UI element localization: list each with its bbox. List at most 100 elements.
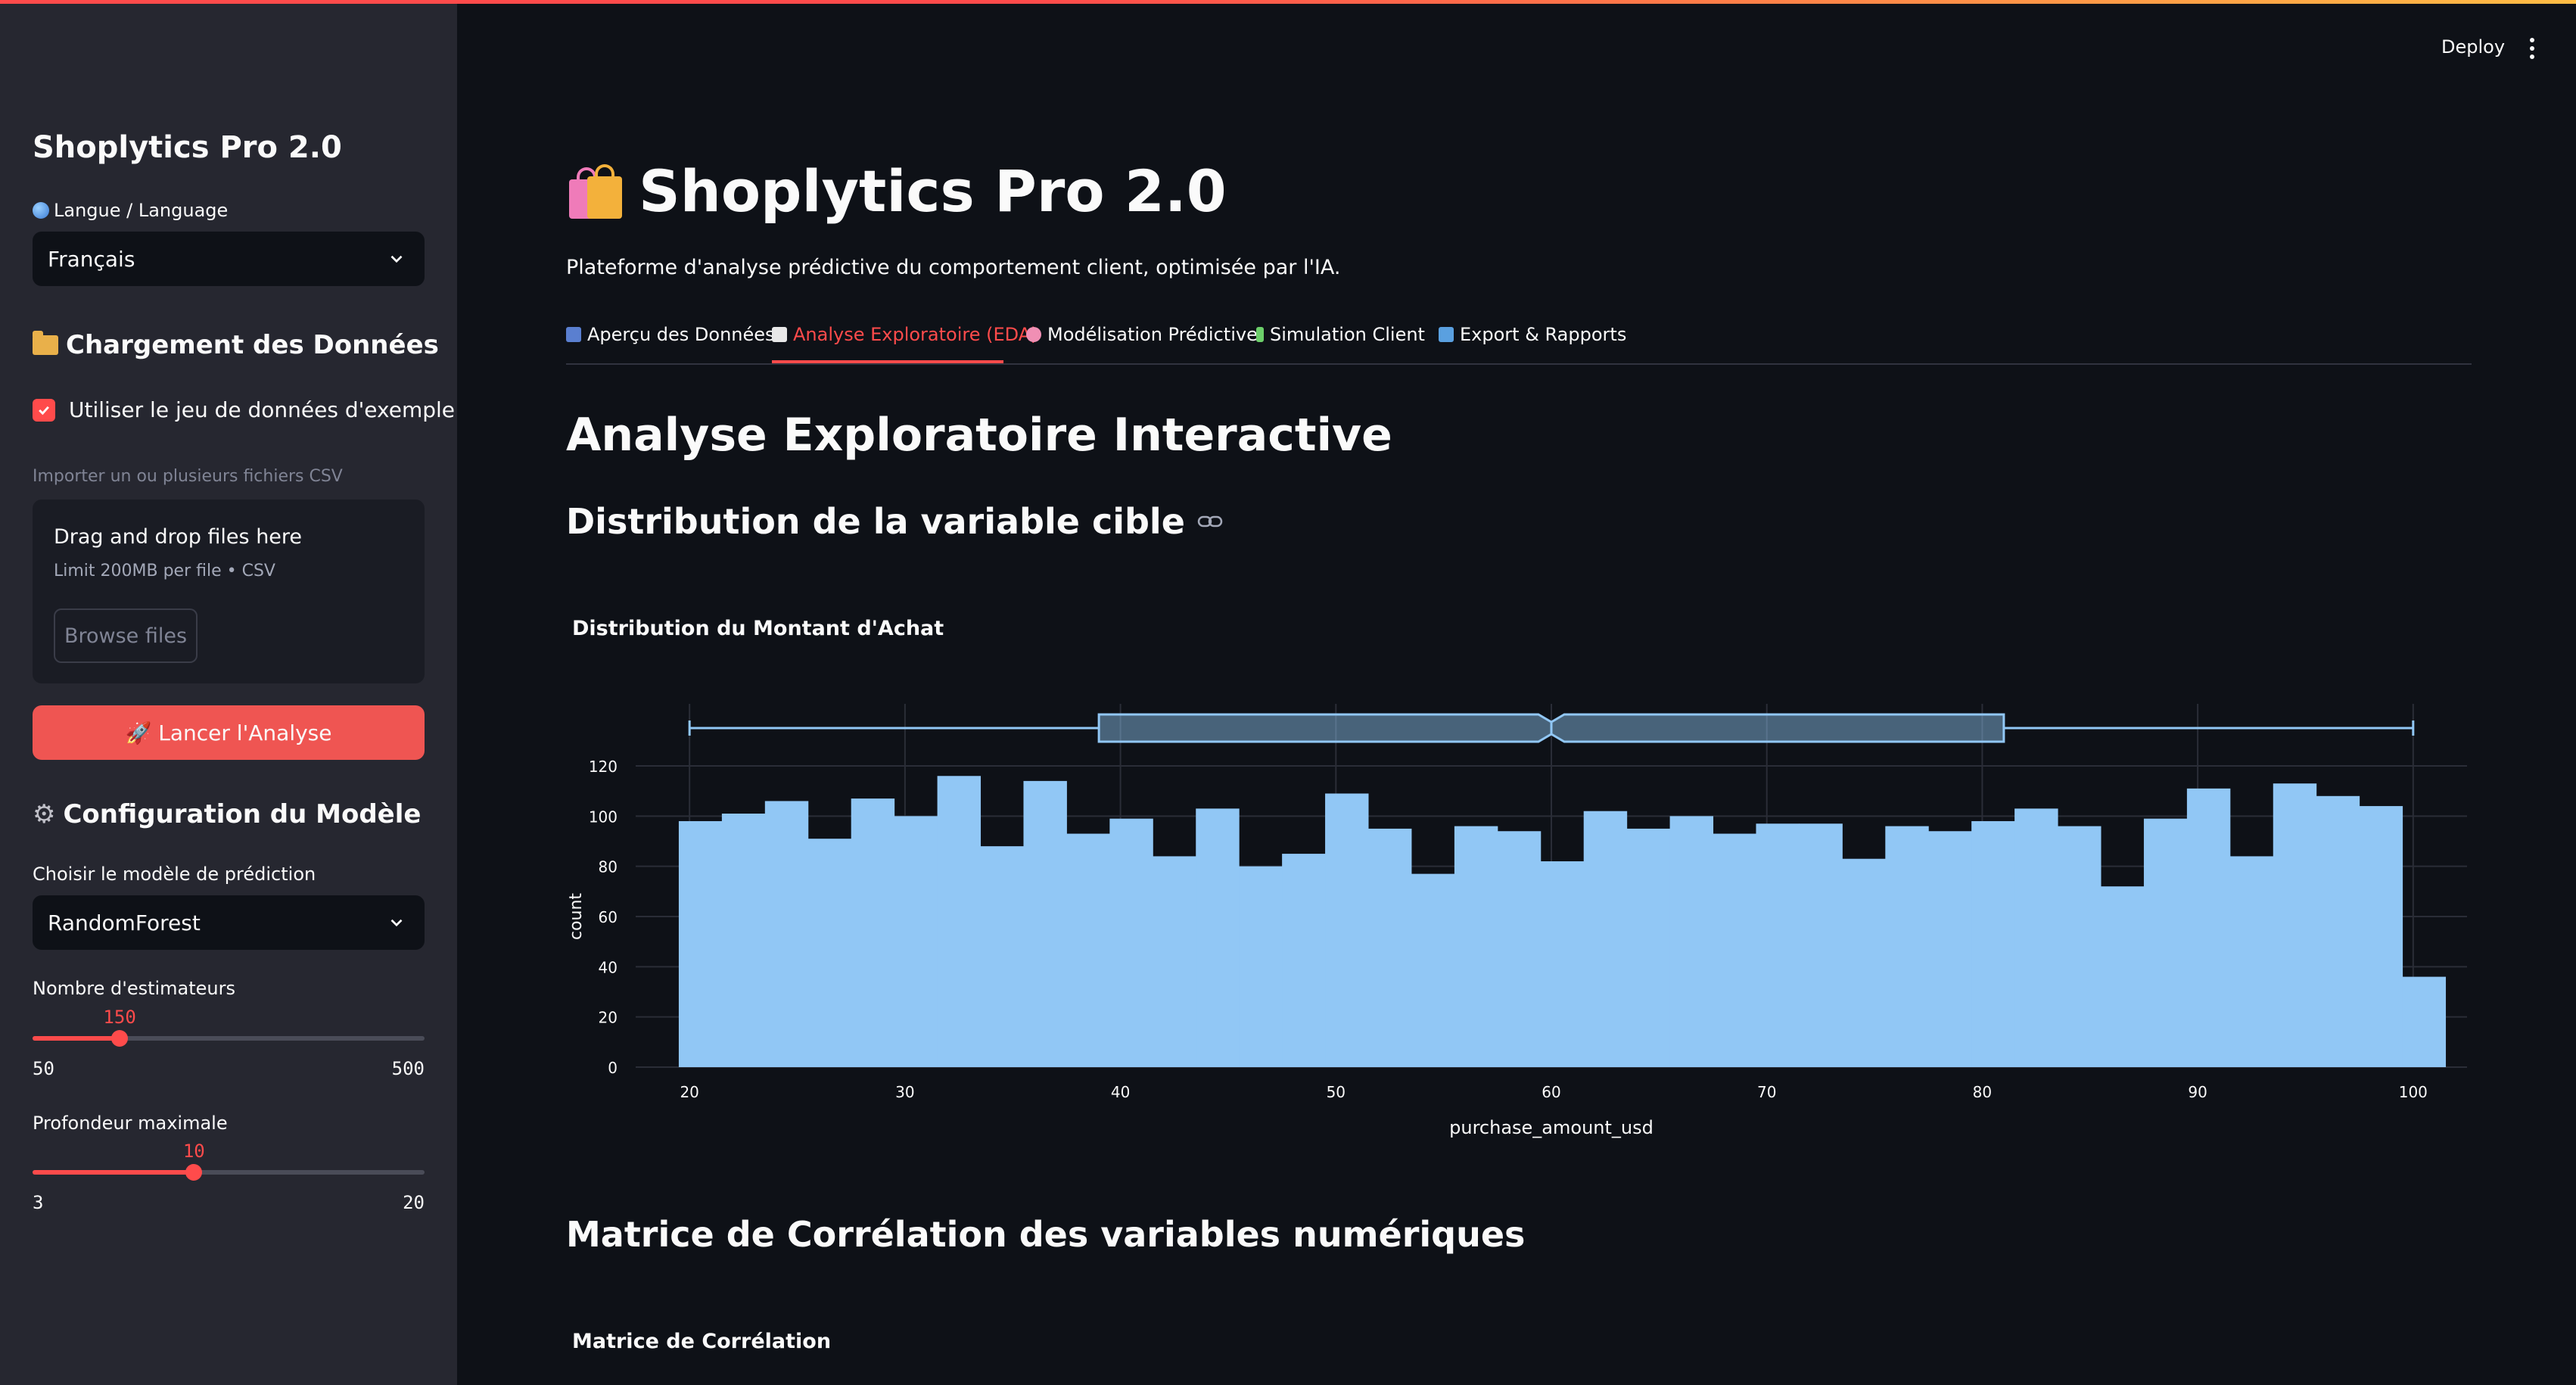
estimators-label: Nombre d'estimateurs xyxy=(33,978,236,999)
slider-min: 50 xyxy=(33,1058,54,1079)
y-axis-title: count xyxy=(567,893,586,940)
use-sample-data-checkbox[interactable]: Utiliser le jeu de données d'exemple xyxy=(33,397,455,422)
file-dropzone[interactable]: Drag and drop files here Limit 200MB per… xyxy=(33,500,425,683)
histogram-bar xyxy=(1842,858,1886,1067)
model-select[interactable]: RandomForest xyxy=(33,895,425,950)
histogram-bar xyxy=(1153,856,1196,1067)
link-icon[interactable] xyxy=(1197,514,1223,529)
tab-predictive-modeling[interactable]: Modélisation Prédictive xyxy=(1026,324,1258,345)
kebab-menu-icon[interactable] xyxy=(2529,38,2535,59)
test-tube-icon xyxy=(1256,327,1264,342)
histogram-bar xyxy=(1066,833,1110,1067)
tab-client-simulation[interactable]: Simulation Client xyxy=(1256,324,1425,345)
x-tick-label: 30 xyxy=(895,1083,914,1101)
purchase-amount-histogram[interactable]: 0 20 40 60 80 100 120 20 30 40 50 60 70 80 90 100 purcha… xyxy=(560,681,2482,1150)
trend-chart-icon xyxy=(772,327,787,342)
model-config-heading-text: Configuration du Modèle xyxy=(63,799,422,829)
histogram-bar xyxy=(1023,780,1067,1067)
model-selected-value: RandomForest xyxy=(48,910,201,935)
deploy-button[interactable]: Deploy xyxy=(2441,36,2505,58)
tab-label: Analyse Exploratoire (EDA) xyxy=(793,324,1038,345)
max-depth-range: 3 20 xyxy=(33,1192,425,1213)
gear-icon: ⚙ xyxy=(33,799,56,829)
estimators-slider[interactable]: 150 xyxy=(33,1007,425,1054)
slider-max: 20 xyxy=(403,1192,425,1213)
histogram-bar xyxy=(1325,793,1369,1067)
distribution-heading: Distribution de la variable cible xyxy=(566,501,1223,542)
page-subtitle: Plateforme d'analyse prédictive du compo… xyxy=(566,256,1341,279)
max-depth-label: Profondeur maximale xyxy=(33,1113,228,1134)
sidebar: Shoplytics Pro 2.0 Langue / Language Fra… xyxy=(0,0,457,1385)
page-title: Shoplytics Pro 2.0 xyxy=(566,157,1227,225)
histogram-bar xyxy=(2014,808,2058,1067)
correlation-chart-title: Matrice de Corrélation xyxy=(572,1330,832,1353)
dropzone-limit: Limit 200MB per file • CSV xyxy=(54,562,275,580)
y-tick-label: 120 xyxy=(589,758,618,776)
histogram-bar xyxy=(1411,873,1455,1067)
y-tick-label: 40 xyxy=(599,958,618,976)
upload-label: Importer un ou plusieurs fichiers CSV xyxy=(33,467,343,486)
data-loading-heading: Chargement des Données xyxy=(33,330,439,360)
tab-label: Aperçu des Données xyxy=(587,324,775,345)
top-decoration-bar xyxy=(0,0,2576,4)
histogram-bar xyxy=(2402,976,2447,1067)
max-depth-slider[interactable]: 10 xyxy=(33,1141,425,1187)
browse-files-button[interactable]: Browse files xyxy=(54,608,198,663)
inbox-icon xyxy=(1439,327,1454,342)
histogram-bar xyxy=(1583,811,1628,1067)
histogram-bar xyxy=(2316,795,2360,1067)
slider-max: 500 xyxy=(391,1058,425,1079)
tab-data-overview[interactable]: Aperçu des Données xyxy=(566,324,775,345)
histogram-bar xyxy=(1497,831,1542,1067)
histogram-bar xyxy=(2273,783,2317,1067)
shopping-bags-icon xyxy=(566,163,625,220)
histogram-bar xyxy=(678,820,723,1067)
histogram-bar xyxy=(1282,854,1326,1067)
x-tick-label: 90 xyxy=(2188,1083,2207,1101)
tab-label: Simulation Client xyxy=(1270,324,1425,345)
histogram-bar xyxy=(2101,886,2145,1067)
histogram-bar xyxy=(1713,833,1756,1067)
histogram-bar xyxy=(764,801,809,1067)
histogram-bar xyxy=(2359,806,2403,1067)
histogram-bar xyxy=(1885,826,1929,1067)
run-analysis-button[interactable]: 🚀 Lancer l'Analyse xyxy=(33,705,425,760)
x-axis-title: purchase_amount_usd xyxy=(1449,1117,1654,1138)
slider-thumb[interactable] xyxy=(111,1030,129,1047)
slider-fill xyxy=(33,1036,120,1041)
histogram-bar xyxy=(1756,823,1800,1067)
tab-eda[interactable]: Analyse Exploratoire (EDA) xyxy=(772,324,1038,345)
x-tick-label: 70 xyxy=(1757,1083,1776,1101)
histogram-bar xyxy=(1109,818,1153,1067)
bar-chart-icon xyxy=(566,327,581,342)
chevron-down-icon xyxy=(390,255,403,263)
y-tick-label: 80 xyxy=(599,858,618,876)
x-tick-label: 80 xyxy=(1973,1083,1992,1101)
slider-thumb[interactable] xyxy=(185,1164,203,1181)
histogram-bar xyxy=(2229,856,2274,1067)
slider-fill xyxy=(33,1170,194,1175)
histogram-bar xyxy=(807,839,852,1067)
slider-value: 150 xyxy=(103,1007,136,1028)
language-selected-value: Français xyxy=(48,246,135,272)
histogram-bar xyxy=(1626,828,1671,1067)
slider-min: 3 xyxy=(33,1192,44,1213)
checkbox-checked-icon[interactable] xyxy=(33,398,55,422)
y-tick-label: 60 xyxy=(599,908,618,926)
histogram-bar xyxy=(1540,861,1585,1067)
histogram-bar xyxy=(937,776,982,1067)
x-tick-label: 40 xyxy=(1111,1083,1130,1101)
data-loading-heading-text: Chargement des Données xyxy=(66,330,439,360)
y-tick-label: 20 xyxy=(599,1009,618,1027)
active-tab-indicator xyxy=(772,360,1003,363)
estimators-range: 50 500 xyxy=(33,1058,425,1079)
histogram-bar xyxy=(1368,828,1412,1067)
tab-export-reports[interactable]: Export & Rapports xyxy=(1439,324,1626,345)
dropzone-title: Drag and drop files here xyxy=(54,525,303,549)
language-label: Langue / Language xyxy=(33,200,228,221)
tab-label: Export & Rapports xyxy=(1460,324,1627,345)
language-select[interactable]: Français xyxy=(33,232,425,286)
page-title-text: Shoplytics Pro 2.0 xyxy=(639,157,1227,225)
histogram-bar xyxy=(894,816,938,1067)
tab-label: Modélisation Prédictive xyxy=(1047,324,1258,345)
